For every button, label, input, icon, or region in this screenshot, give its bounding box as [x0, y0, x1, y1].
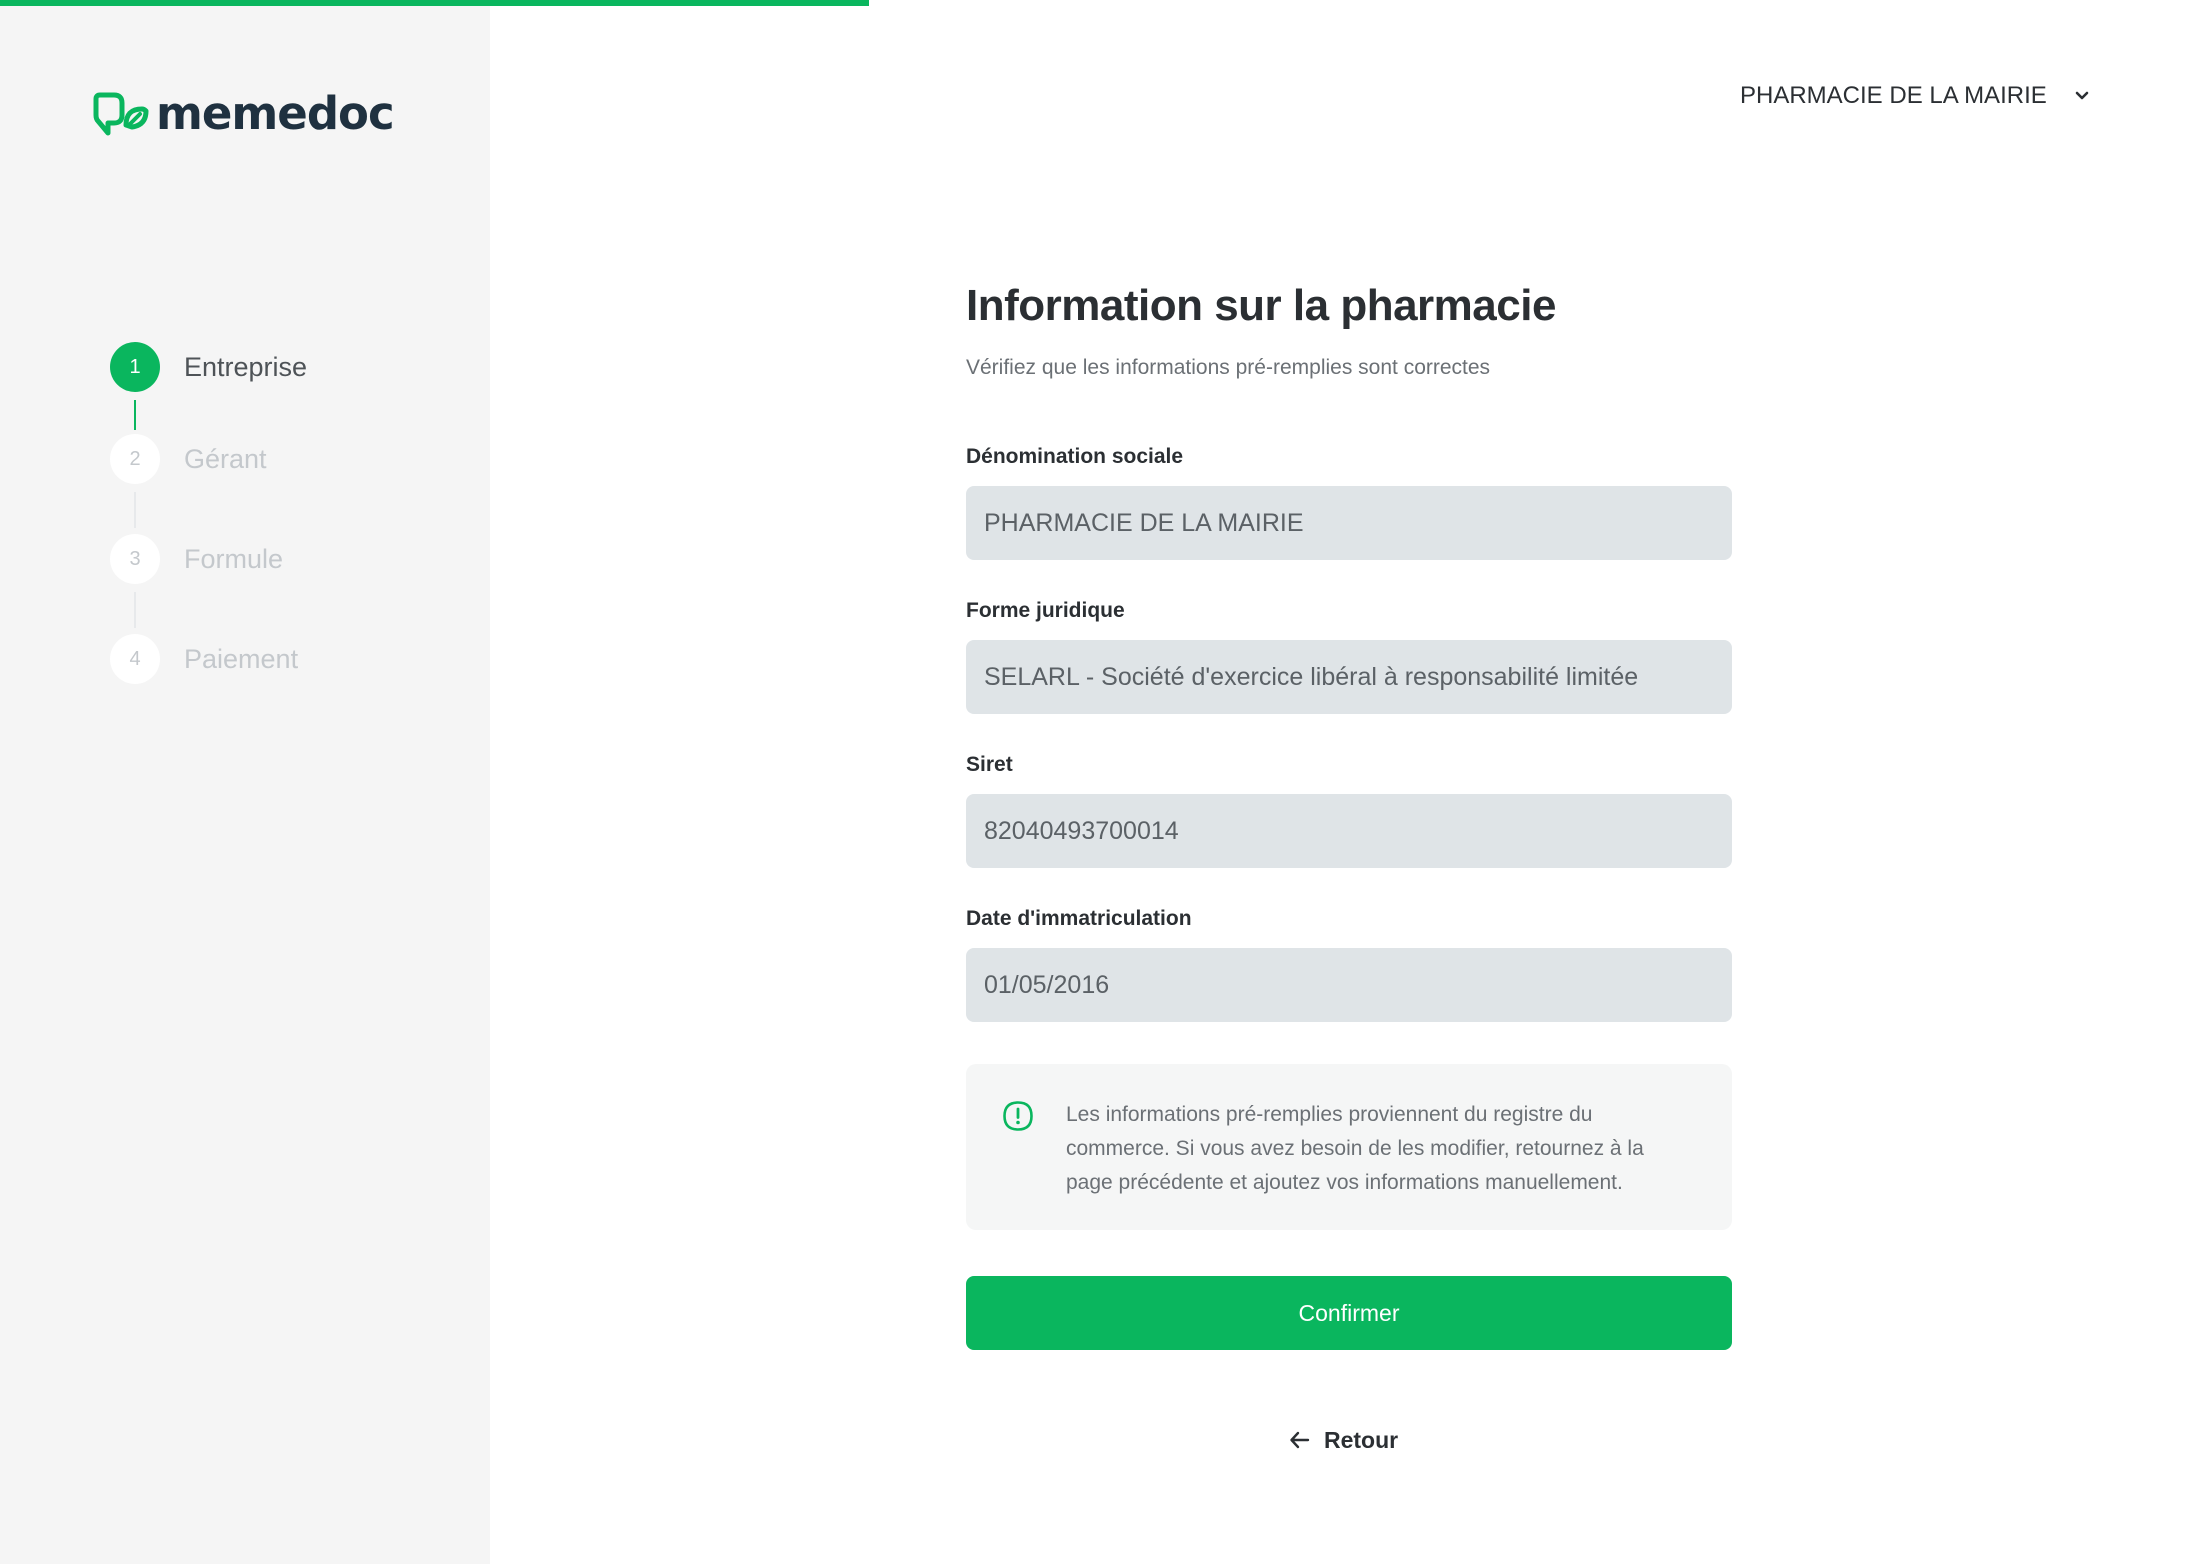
chevron-down-icon — [2075, 91, 2089, 100]
page-title: Information sur la pharmacie — [966, 281, 1556, 330]
step-gerant[interactable]: 2 Gérant — [110, 434, 267, 484]
pharmacy-info-form: Information sur la pharmacie Vérifiez qu… — [966, 270, 1732, 1453]
date-immatriculation-field: Date d'immatriculation — [966, 904, 1732, 1022]
siret-field: Siret — [966, 750, 1732, 868]
step-label: Formule — [184, 543, 284, 574]
step-connector — [134, 592, 136, 628]
field-label: Dénomination sociale — [966, 445, 1184, 468]
back-label: Retour — [1324, 1426, 1399, 1453]
step-connector — [134, 492, 136, 528]
logo-text: memedoc — [156, 87, 395, 140]
step-entreprise[interactable]: 1 Entreprise — [110, 342, 307, 392]
arrow-left-icon — [1290, 1431, 1310, 1449]
notice-text: Les informations pré-remplies proviennen… — [1066, 1103, 1644, 1194]
step-number: 1 — [110, 342, 160, 392]
info-notice: Les informations pré-remplies proviennen… — [966, 1064, 1732, 1230]
step-label: Gérant — [184, 443, 267, 474]
field-label: Date d'immatriculation — [966, 907, 1192, 930]
field-label: Forme juridique — [966, 599, 1125, 622]
account-name: PHARMACIE DE LA MAIRIE — [1740, 82, 2047, 109]
step-formule[interactable]: 3 Formule — [110, 534, 283, 584]
forme-juridique-input[interactable] — [966, 640, 1732, 714]
denomination-sociale-input[interactable] — [966, 486, 1732, 560]
step-label: Entreprise — [184, 351, 308, 382]
logo: memedoc — [92, 86, 395, 142]
forme-juridique-field: Forme juridique — [966, 596, 1732, 714]
sidebar: memedoc 1 Entreprise 2 Gérant 3 Formule … — [0, 6, 490, 1564]
denomination-sociale-field: Dénomination sociale — [966, 442, 1732, 560]
memedoc-leaf-icon — [93, 92, 149, 136]
step-number: 4 — [110, 634, 160, 684]
date-immatriculation-input[interactable] — [966, 948, 1732, 1022]
alert-circle-icon — [1003, 1101, 1033, 1131]
siret-input[interactable] — [966, 794, 1732, 868]
step-connector — [134, 400, 136, 430]
step-number: 2 — [110, 434, 160, 484]
confirm-button[interactable]: Confirmer — [966, 1276, 1732, 1350]
step-number: 3 — [110, 534, 160, 584]
page-subtitle: Vérifiez que les informations pré-rempli… — [966, 356, 1491, 379]
step-label: Paiement — [184, 643, 299, 674]
account-dropdown[interactable]: PHARMACIE DE LA MAIRIE — [1740, 76, 2091, 116]
step-paiement[interactable]: 4 Paiement — [110, 634, 298, 684]
back-link[interactable]: Retour — [1288, 1422, 1398, 1458]
field-label: Siret — [966, 753, 1013, 776]
